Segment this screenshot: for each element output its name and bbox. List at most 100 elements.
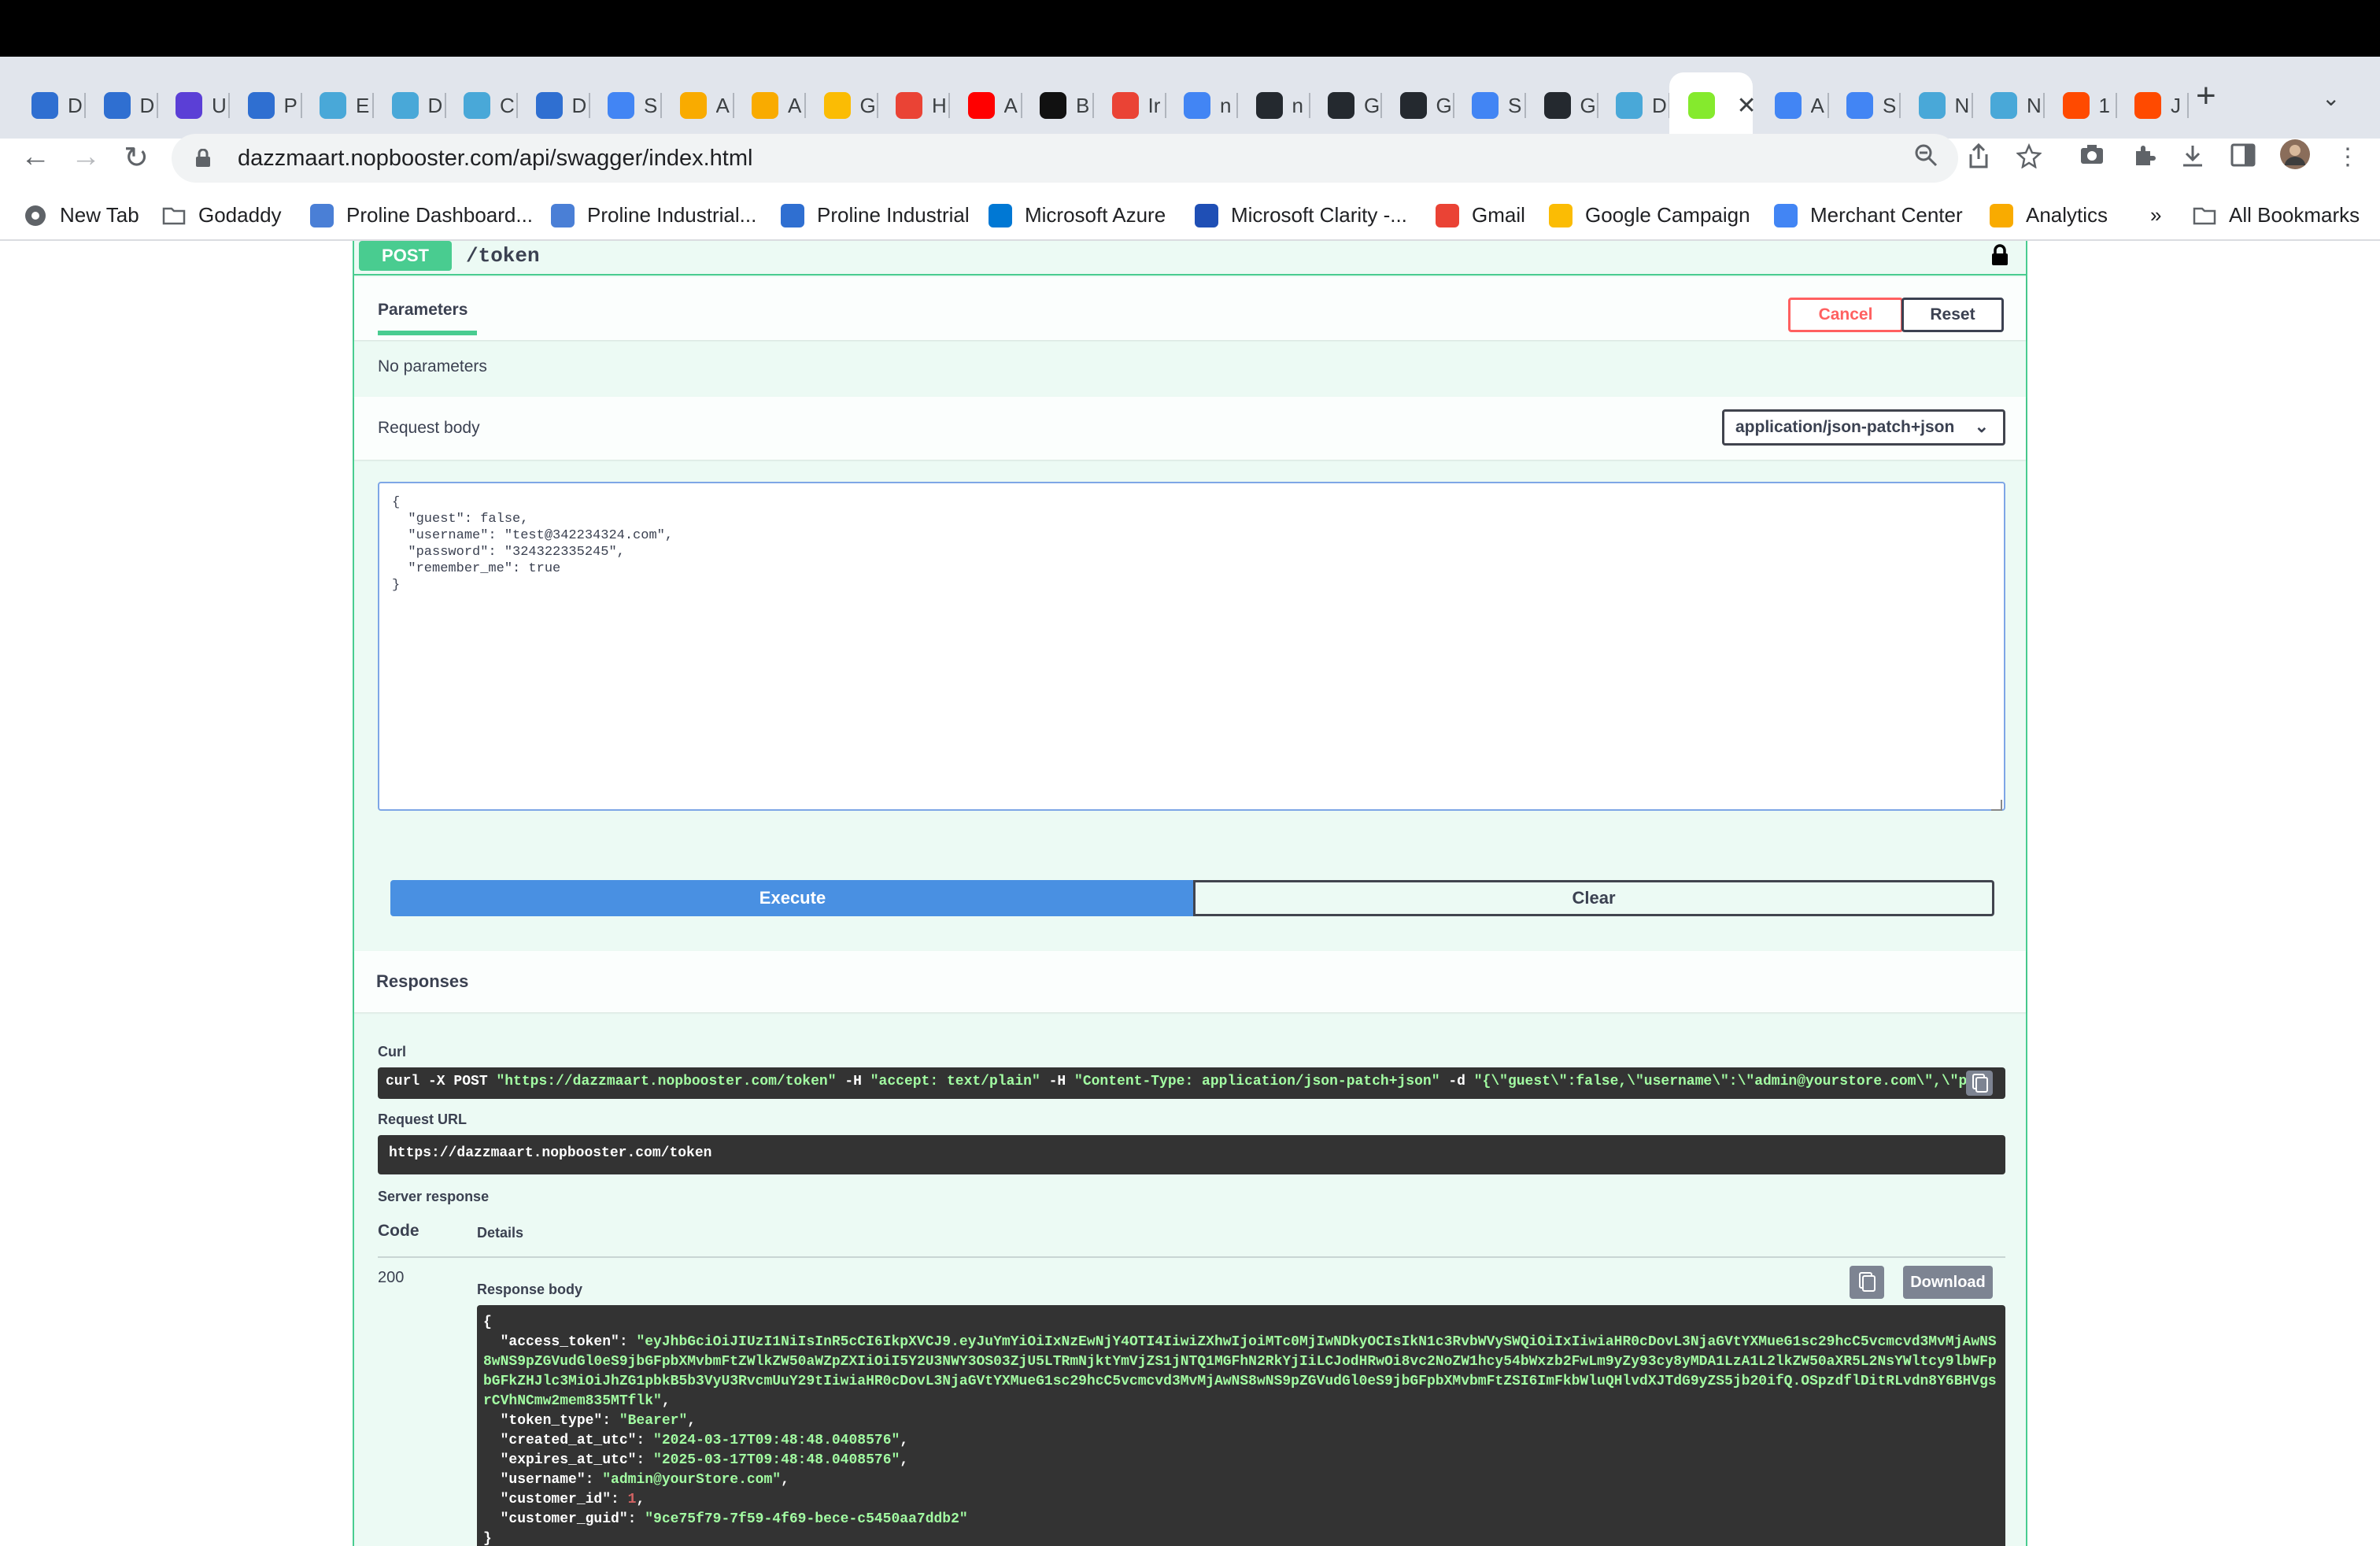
bookmark-item[interactable]: Microsoft Azure: [989, 203, 1166, 227]
zapier-icon: [2134, 92, 2161, 119]
download-button[interactable]: Download: [1903, 1266, 1993, 1299]
browser-tab[interactable]: N: [1900, 72, 1973, 139]
browser-tab[interactable]: A: [1756, 72, 1829, 139]
tab-search-chevron-icon[interactable]: ⌄: [2322, 85, 2340, 111]
all-bookmarks-folder[interactable]: All Bookmarks: [2193, 203, 2360, 227]
zoom-icon[interactable]: [1914, 143, 1938, 173]
browser-tab[interactable]: S✕: [1669, 72, 1757, 139]
tab-title: P: [283, 93, 298, 117]
browser-tab[interactable]: A: [661, 72, 734, 139]
tab-title: A: [715, 93, 730, 117]
request-url-label: Request URL: [378, 1111, 468, 1127]
reload-button[interactable]: ↻: [116, 140, 156, 176]
bookmark-item[interactable]: Proline Dashboard...: [310, 203, 533, 227]
bookmark-label: Analytics: [2026, 203, 2108, 227]
clear-button[interactable]: Clear: [1193, 880, 1994, 916]
browser-tab[interactable]: n: [1237, 72, 1310, 139]
browser-tab[interactable]: D: [85, 72, 158, 139]
browser-tab[interactable]: D: [1597, 72, 1670, 139]
merchant-icon: [1774, 203, 1798, 227]
browser-tab[interactable]: P: [229, 72, 302, 139]
bookmark-item[interactable]: Gmail: [1436, 203, 1525, 227]
authorization-lock-icon[interactable]: [1991, 244, 2009, 266]
bookmark-item[interactable]: Merchant Center: [1774, 203, 1963, 227]
browser-tab[interactable]: Ir: [1093, 72, 1166, 139]
back-button[interactable]: ←: [16, 140, 55, 174]
tab-title: E: [356, 93, 370, 117]
browser-tab[interactable]: 1: [2044, 72, 2117, 139]
copy-response-icon[interactable]: [1850, 1266, 1884, 1299]
cancel-button[interactable]: Cancel: [1788, 298, 1903, 332]
content-type-select[interactable]: application/json-patch+json ⌄: [1722, 409, 2005, 446]
browser-tab[interactable]: S: [1453, 72, 1526, 139]
browser-tab[interactable]: B: [1021, 72, 1094, 139]
bookmark-item[interactable]: Proline Industrial: [781, 203, 970, 227]
screenshot-icon[interactable]: [2079, 143, 2105, 172]
browser-tab[interactable]: A: [733, 72, 806, 139]
globe-icon: [464, 92, 490, 119]
folder-icon: [162, 204, 186, 227]
browser-menu-icon[interactable]: ⋮: [2336, 143, 2360, 171]
browser-tab[interactable]: D: [373, 72, 446, 139]
browser-tab[interactable]: E: [301, 72, 374, 139]
close-tab-icon[interactable]: ✕: [1737, 92, 1757, 120]
zapier-icon: [2062, 92, 2090, 119]
response-body-json[interactable]: { "access_token": "eyJhbGciOiJIUzI1NiIsI…: [477, 1305, 2005, 1546]
extensions-icon[interactable]: [2131, 143, 2156, 175]
tab-title: D: [571, 93, 587, 117]
curl-content-type-header: "Content-Type: application/json-patch+js…: [1074, 1074, 1440, 1089]
more-bookmarks-chevron-icon[interactable]: »: [2150, 203, 2161, 227]
reset-button[interactable]: Reset: [1901, 298, 2004, 332]
bookmark-item[interactable]: New Tab: [24, 203, 139, 227]
bookmark-star-icon[interactable]: [2016, 142, 2042, 175]
github-icon: [1255, 92, 1283, 119]
bookmark-item[interactable]: Analytics: [1990, 203, 2108, 227]
downloads-icon[interactable]: [2180, 143, 2205, 175]
curl-command[interactable]: curl -X POST "https://dazzmaart.nopboost…: [378, 1067, 2005, 1099]
browser-tab[interactable]: H: [877, 72, 950, 139]
json-customer-id: "customer_id": 1,: [483, 1492, 645, 1507]
copy-to-clipboard-icon[interactable]: [1966, 1071, 1993, 1096]
content-type-value: application/json-patch+json: [1735, 418, 1955, 436]
browser-tab[interactable]: D: [517, 72, 590, 139]
execute-button[interactable]: Execute: [390, 880, 1195, 916]
browser-tab[interactable]: S: [589, 72, 662, 139]
code-column-header: Code: [378, 1222, 419, 1240]
tab-separator: [2187, 93, 2189, 118]
parameters-header: Parameters Cancel Reset: [354, 277, 2026, 340]
new-tab-button[interactable]: +: [2196, 79, 2216, 113]
access-token-value: "eyJhbGciOiJIUzI1NiIsInR5cCI6IkpXVCJ9.ey…: [483, 1334, 1997, 1409]
bookmark-item[interactable]: Microsoft Clarity -...: [1195, 203, 1407, 227]
operation-summary[interactable]: POST /token: [354, 241, 2026, 276]
bookmark-item[interactable]: Proline Industrial...: [551, 203, 756, 227]
browser-tab[interactable]: G: [1309, 72, 1382, 139]
browser-tab[interactable]: C: [445, 72, 518, 139]
browser-tab[interactable]: n: [1165, 72, 1238, 139]
browser-tab[interactable]: D: [13, 72, 86, 139]
resize-grip-icon[interactable]: [1991, 800, 2002, 811]
browser-tab[interactable]: U: [157, 72, 230, 139]
tab-parameters[interactable]: Parameters: [378, 301, 468, 320]
tab-active-indicator: [378, 331, 477, 335]
bookmark-item[interactable]: Godaddy: [162, 203, 282, 227]
browser-tab[interactable]: G: [805, 72, 878, 139]
curl-url: "https://dazzmaart.nopbooster.com/token": [496, 1074, 837, 1089]
browser-tab[interactable]: G: [1381, 72, 1454, 139]
side-panel-icon[interactable]: [2230, 143, 2256, 173]
browser-tab[interactable]: G: [1525, 72, 1598, 139]
browser-tab[interactable]: J: [2116, 72, 2189, 139]
globe-icon: [1990, 92, 2017, 119]
forward-button[interactable]: →: [66, 140, 105, 174]
browser-tab[interactable]: A: [949, 72, 1022, 139]
profile-avatar[interactable]: [2279, 139, 2311, 176]
share-icon[interactable]: [1968, 142, 1990, 175]
browser-tab[interactable]: S: [1828, 72, 1901, 139]
request-body-editor[interactable]: { "guest": false, "username": "test@3422…: [378, 482, 2005, 811]
bookmark-item[interactable]: Google Campaign: [1549, 203, 1750, 227]
address-bar[interactable]: dazzmaart.nopbooster.com/api/swagger/ind…: [172, 134, 1958, 183]
curl-label: Curl: [378, 1044, 406, 1060]
status-code: 200: [378, 1269, 405, 1286]
browser-tab[interactable]: N: [1972, 72, 2045, 139]
json-token-type: "token_type": "Bearer",: [483, 1413, 697, 1429]
app-icon: [1040, 92, 1066, 119]
